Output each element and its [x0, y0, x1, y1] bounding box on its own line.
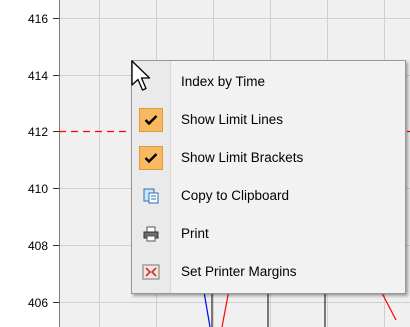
menu-item-show-limit-lines[interactable]: Show Limit Lines [134, 103, 403, 137]
printer-icon [139, 222, 163, 246]
menu-item-copy-to-clipboard[interactable]: Copy to Clipboard [134, 179, 403, 213]
y-tick-label: 410 [28, 182, 48, 196]
menu-item-label: Copy to Clipboard [181, 188, 290, 203]
menu-item-label: Set Printer Margins [181, 264, 297, 279]
menu-item-index-by-time[interactable]: Index by Time [134, 65, 403, 99]
menu-item-show-limit-brackets[interactable]: Show Limit Brackets [134, 141, 403, 175]
y-tick-label: 414 [28, 69, 48, 83]
y-tick-label: 416 [28, 12, 48, 26]
margins-icon [139, 260, 163, 284]
menu-item-label: Index by Time [181, 74, 266, 89]
context-menu: Index by Time Show Limit Lines Show Limi… [131, 60, 406, 294]
y-tick-label: 412 [28, 125, 48, 139]
y-tick-label: 406 [28, 296, 48, 310]
clipboard-icon [139, 184, 163, 208]
check-icon [139, 108, 163, 132]
menu-item-label: Show Limit Brackets [181, 150, 304, 165]
y-tick-label: 408 [28, 239, 48, 253]
menu-item-print[interactable]: Print [134, 217, 403, 251]
menu-item-label: Show Limit Lines [181, 112, 284, 127]
menu-item-label: Print [181, 226, 209, 241]
mouse-pointer-icon [131, 60, 151, 91]
check-icon [139, 146, 163, 170]
menu-item-set-printer-margins[interactable]: Set Printer Margins [134, 255, 403, 289]
y-axis-ticks [53, 18, 59, 303]
